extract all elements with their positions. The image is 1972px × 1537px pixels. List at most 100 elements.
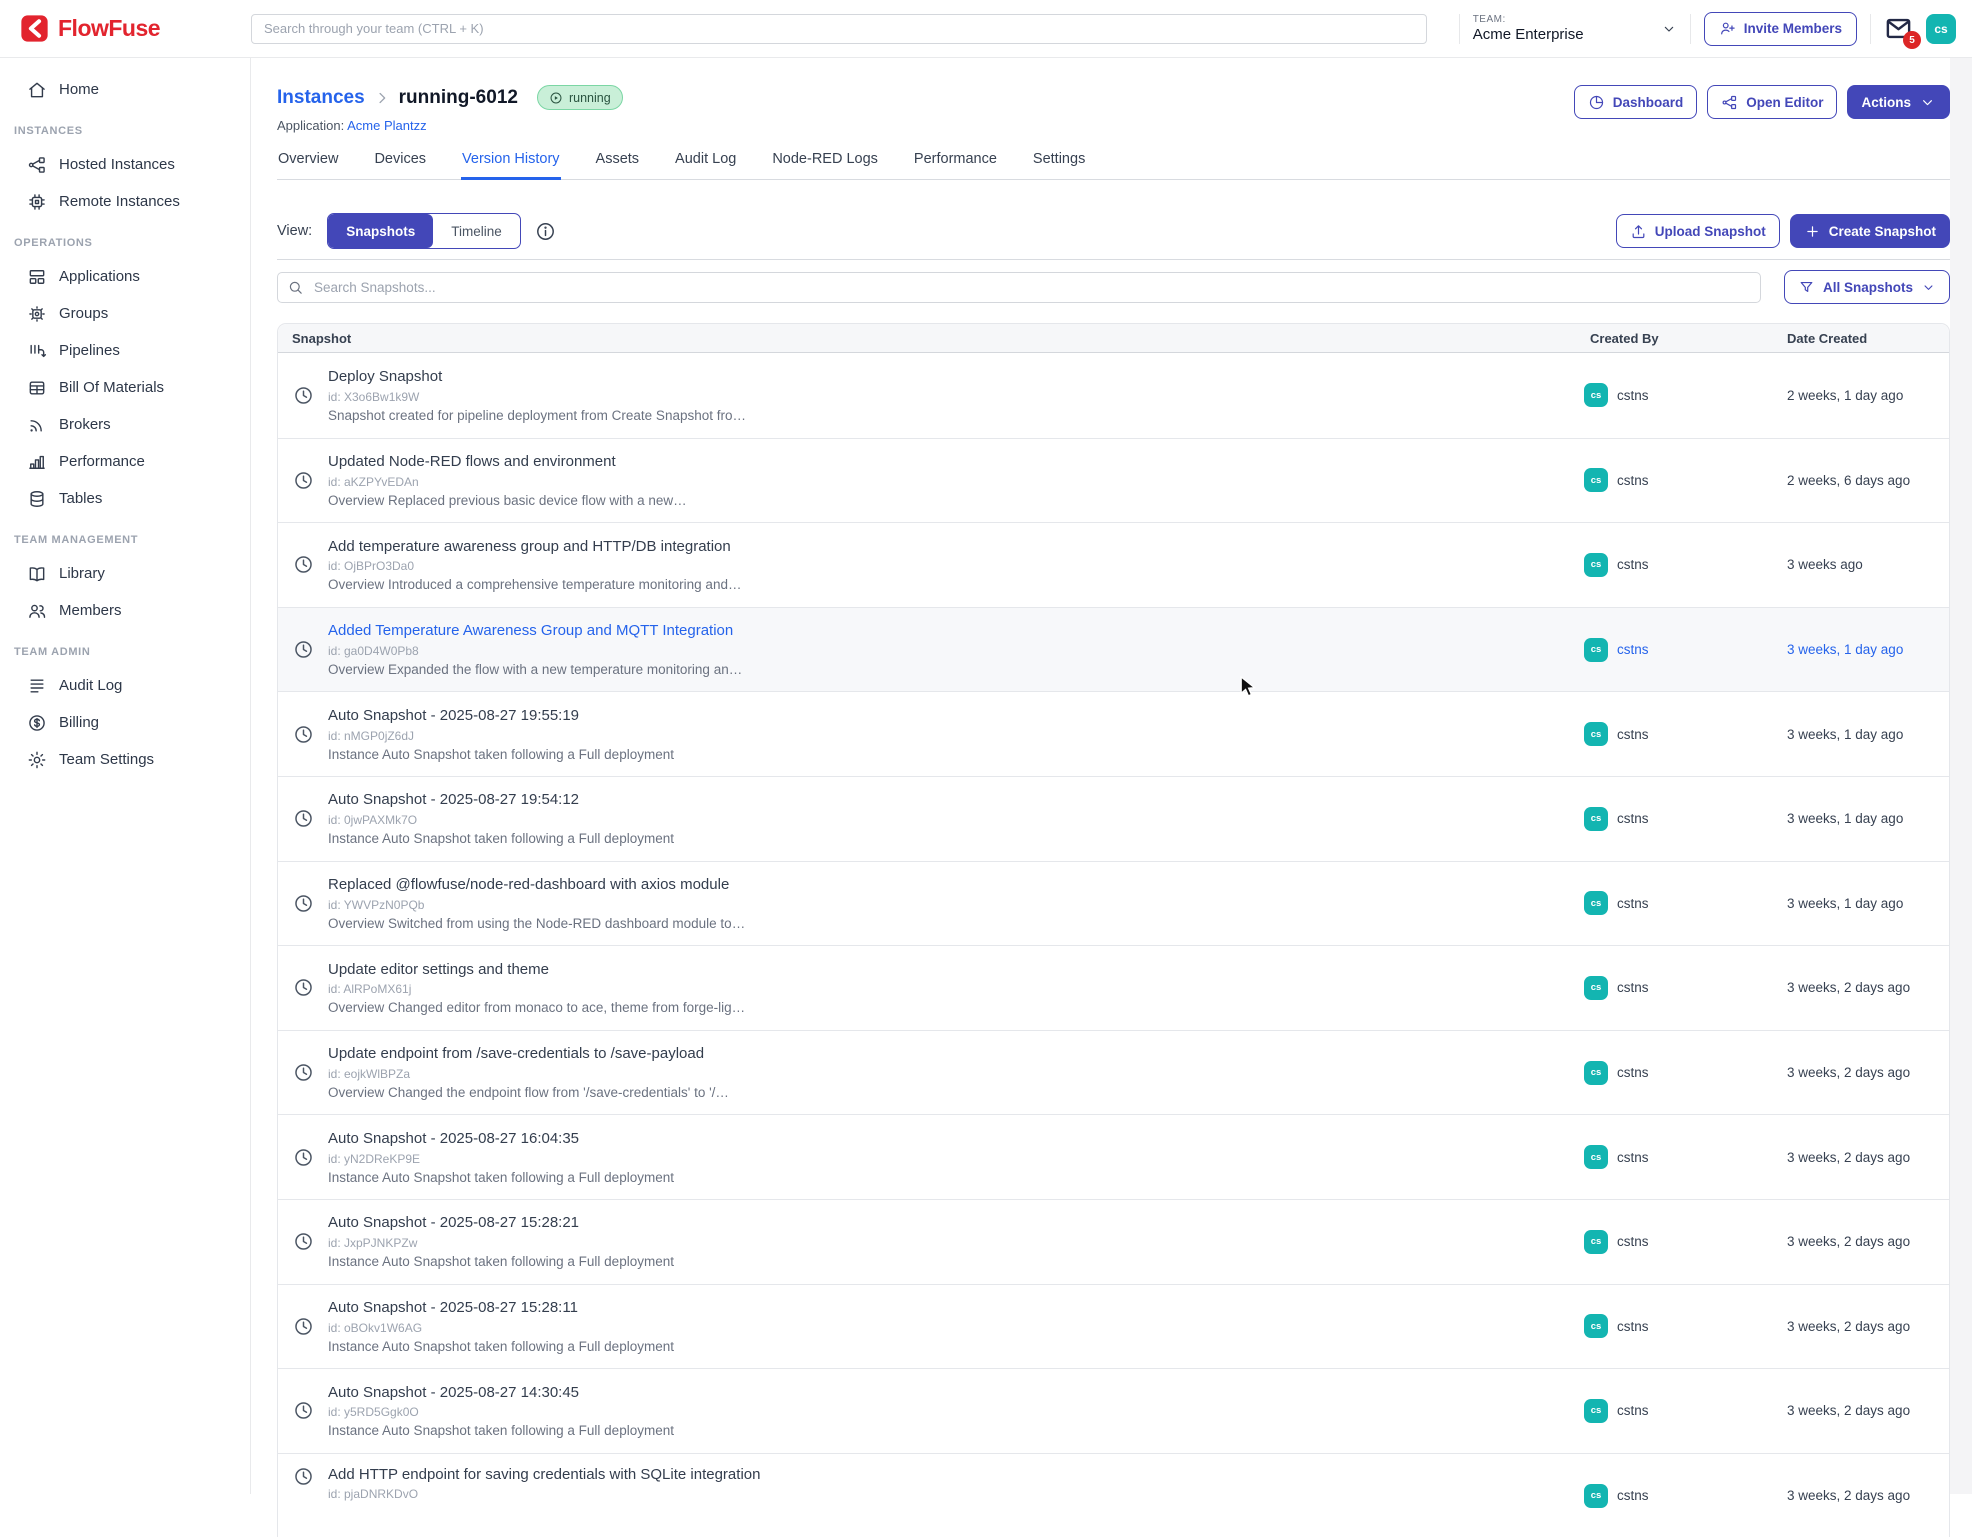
sidebar-item-applications[interactable]: Applications: [0, 258, 250, 295]
tab-version-history[interactable]: Version History: [461, 150, 561, 180]
avatar: cs: [1584, 553, 1608, 577]
sidebar-item-billing[interactable]: Billing: [0, 704, 250, 741]
remote-instances-icon: [27, 192, 47, 212]
global-search-input[interactable]: [251, 14, 1427, 44]
view-option-snapshots[interactable]: Snapshots: [328, 214, 433, 248]
sidebar-item-label: Tables: [59, 490, 102, 507]
flowfuse-logo[interactable]: FlowFuse: [20, 14, 251, 43]
created-by-name: cstns: [1617, 1234, 1649, 1249]
table-row[interactable]: Update endpoint from /save-credentials t…: [278, 1030, 1949, 1115]
clock-icon: [293, 1316, 314, 1337]
performance-icon: [27, 452, 47, 472]
chevron-down-icon: [1921, 280, 1936, 295]
created-by-cell: cscstns: [1576, 1031, 1773, 1115]
tab-overview[interactable]: Overview: [277, 150, 339, 180]
table-row[interactable]: Add temperature awareness group and HTTP…: [278, 522, 1949, 607]
sidebar-item-label: Brokers: [59, 416, 111, 433]
members-icon: [27, 601, 47, 621]
date-created-cell: 3 weeks ago: [1773, 523, 1949, 607]
status-badge-label: running: [569, 91, 611, 105]
upload-snapshot-button[interactable]: Upload Snapshot: [1616, 214, 1780, 248]
tab-performance[interactable]: Performance: [913, 150, 998, 180]
table-row[interactable]: Updated Node-RED flows and environmentid…: [278, 438, 1949, 523]
actions-button[interactable]: Actions: [1847, 85, 1950, 119]
sidebar-item-remote-instances[interactable]: Remote Instances: [0, 183, 250, 220]
open-editor-icon: [1721, 94, 1738, 111]
sidebar-item-home[interactable]: Home: [0, 71, 250, 108]
team-selector[interactable]: TEAM: Acme Enterprise: [1473, 14, 1677, 43]
sidebar-section-label-team-management: TEAM MANAGEMENT: [0, 517, 250, 555]
sidebar-item-label: Library: [59, 565, 105, 582]
table-row[interactable]: Auto Snapshot - 2025-08-27 19:55:19id: n…: [278, 691, 1949, 776]
snapshot-search-input[interactable]: [277, 272, 1761, 303]
table-row[interactable]: Auto Snapshot - 2025-08-27 15:28:11id: o…: [278, 1284, 1949, 1369]
applications-icon: [27, 267, 47, 287]
tab-audit-log[interactable]: Audit Log: [674, 150, 737, 180]
snapshot-description: Instance Auto Snapshot taken following a…: [328, 831, 674, 846]
sidebar-item-pipelines[interactable]: Pipelines: [0, 332, 250, 369]
open-editor-button[interactable]: Open Editor: [1707, 85, 1837, 119]
created-by-cell: cscstns: [1576, 1369, 1773, 1453]
clock-icon: [293, 808, 314, 829]
avatar: cs: [1584, 976, 1608, 1000]
sidebar-item-library[interactable]: Library: [0, 555, 250, 592]
table-row[interactable]: Replaced @flowfuse/node-red-dashboard wi…: [278, 861, 1949, 946]
table-row[interactable]: Add HTTP endpoint for saving credentials…: [278, 1453, 1949, 1537]
table-row[interactable]: Auto Snapshot - 2025-08-27 19:54:12id: 0…: [278, 776, 1949, 861]
avatar: cs: [1584, 1230, 1608, 1254]
view-label: View:: [277, 223, 312, 239]
created-by-cell: cscstns: [1576, 608, 1773, 692]
table-row[interactable]: Deploy Snapshotid: X3o6Bw1k9WSnapshot cr…: [278, 353, 1949, 438]
sidebar-item-performance[interactable]: Performance: [0, 443, 250, 480]
info-icon[interactable]: [535, 221, 556, 242]
tab-node-red-logs[interactable]: Node-RED Logs: [771, 150, 879, 180]
notifications-button[interactable]: 5: [1884, 14, 1913, 43]
created-by-name: cstns: [1617, 557, 1649, 572]
clock-icon: [293, 639, 314, 660]
flowfuse-logo-text: FlowFuse: [58, 15, 160, 42]
breadcrumb-instances-link[interactable]: Instances: [277, 87, 365, 109]
snapshot-description: Instance Auto Snapshot taken following a…: [328, 1339, 674, 1354]
sidebar-item-team-settings[interactable]: Team Settings: [0, 741, 250, 778]
view-toggle: SnapshotsTimeline: [327, 213, 521, 249]
tab-settings[interactable]: Settings: [1032, 150, 1086, 180]
clock-icon: [293, 893, 314, 914]
notification-badge: 5: [1903, 31, 1921, 49]
sidebar-item-members[interactable]: Members: [0, 592, 250, 629]
sidebar-item-brokers[interactable]: Brokers: [0, 406, 250, 443]
created-by-name: cstns: [1617, 1319, 1649, 1334]
sidebar-item-label: Members: [59, 602, 122, 619]
chevron-down-icon: [1919, 94, 1936, 111]
table-row[interactable]: Auto Snapshot - 2025-08-27 16:04:35id: y…: [278, 1114, 1949, 1199]
sidebar-item-audit-log[interactable]: Audit Log: [0, 667, 250, 704]
tab-devices[interactable]: Devices: [373, 150, 427, 180]
snapshot-cell: Added Temperature Awareness Group and MQ…: [278, 608, 1576, 692]
table-row[interactable]: Auto Snapshot - 2025-08-27 14:30:45id: y…: [278, 1368, 1949, 1453]
sidebar-item-groups[interactable]: Groups: [0, 295, 250, 332]
date-created-cell: 3 weeks, 2 days ago: [1773, 1115, 1949, 1199]
sidebar-item-hosted-instances[interactable]: Hosted Instances: [0, 146, 250, 183]
snapshot-description: Instance Auto Snapshot taken following a…: [328, 747, 674, 762]
section-divider: [277, 259, 1950, 260]
snapshot-id: id: eojkWlBPZa: [328, 1067, 729, 1081]
filter-icon: [1798, 279, 1815, 296]
table-row[interactable]: Auto Snapshot - 2025-08-27 15:28:21id: J…: [278, 1199, 1949, 1284]
snapshot-title: Added Temperature Awareness Group and MQ…: [328, 622, 742, 641]
invite-members-button[interactable]: Invite Members: [1704, 12, 1857, 46]
sidebar-item-tables[interactable]: Tables: [0, 480, 250, 517]
snapshot-filter-dropdown[interactable]: All Snapshots: [1784, 270, 1950, 304]
snapshot-cell: Auto Snapshot - 2025-08-27 15:28:11id: o…: [278, 1285, 1576, 1369]
clock-icon: [293, 470, 314, 491]
snapshot-description: Overview Introduced a comprehensive temp…: [328, 577, 741, 592]
sidebar-item-label: Groups: [59, 305, 108, 322]
snapshot-id: id: YWVPzN0PQb: [328, 898, 745, 912]
table-row[interactable]: Added Temperature Awareness Group and MQ…: [278, 607, 1949, 692]
sidebar-item-bill-of-materials[interactable]: Bill Of Materials: [0, 369, 250, 406]
tab-assets[interactable]: Assets: [595, 150, 641, 180]
dashboard-button[interactable]: Dashboard: [1574, 85, 1698, 119]
view-option-timeline[interactable]: Timeline: [433, 214, 520, 248]
application-link[interactable]: Acme Plantzz: [347, 118, 426, 133]
table-row[interactable]: Update editor settings and themeid: AlRP…: [278, 945, 1949, 1030]
user-avatar[interactable]: cs: [1926, 14, 1956, 44]
create-snapshot-button[interactable]: Create Snapshot: [1790, 214, 1950, 248]
